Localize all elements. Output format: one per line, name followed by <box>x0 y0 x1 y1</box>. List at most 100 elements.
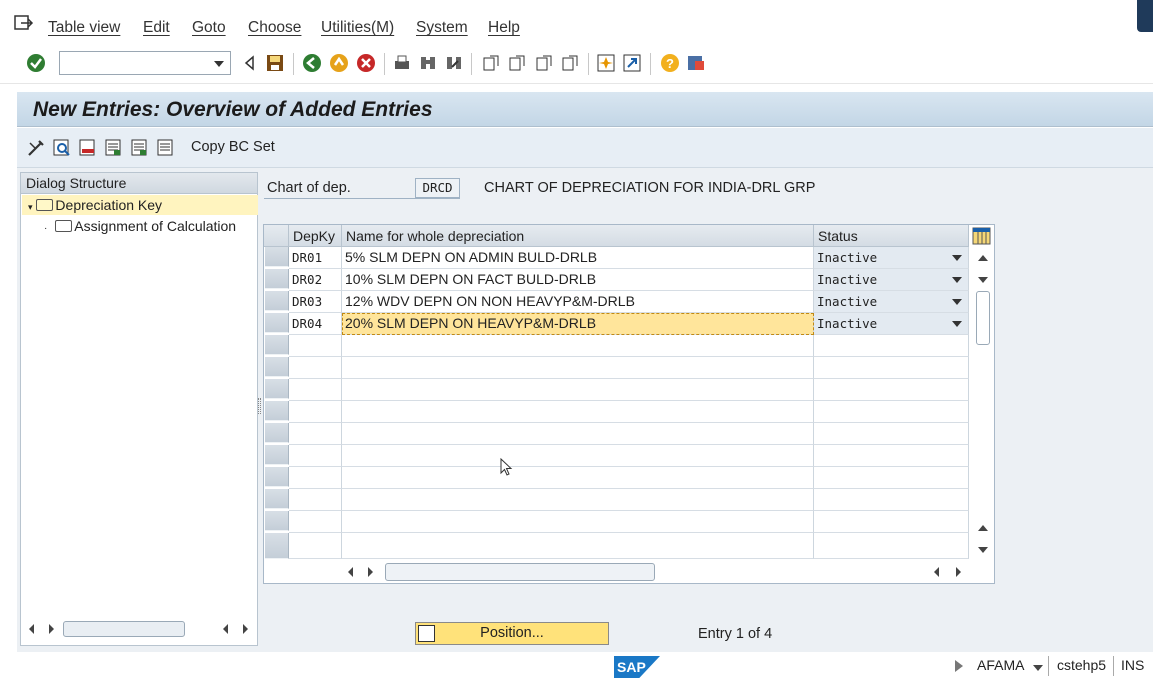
tree-item-depreciation-key[interactable]: ▾ Depreciation Key <box>22 195 258 215</box>
empty-cell[interactable] <box>814 379 969 401</box>
table-horizontal-scrollbar[interactable] <box>342 561 972 583</box>
find-next-icon[interactable] <box>444 53 464 73</box>
menu-help[interactable]: Help <box>488 19 520 37</box>
empty-cell[interactable] <box>342 511 814 533</box>
cell-status-dropdown[interactable]: Inactive <box>814 247 969 269</box>
command-field[interactable] <box>59 51 231 75</box>
empty-cell[interactable] <box>289 357 342 379</box>
scroll-down-icon[interactable] <box>978 277 988 283</box>
expand-triangle-icon[interactable]: ▾ <box>28 202 33 212</box>
empty-cell[interactable] <box>814 533 969 559</box>
table-vertical-scrollbar[interactable] <box>972 247 994 561</box>
empty-cell[interactable] <box>342 533 814 559</box>
cell-depky[interactable]: DR04 <box>289 313 342 335</box>
empty-cell[interactable] <box>289 335 342 357</box>
save-icon[interactable] <box>265 53 285 73</box>
collapse-icon[interactable] <box>240 53 260 73</box>
empty-cell[interactable] <box>342 445 814 467</box>
create-session-icon[interactable] <box>596 53 616 73</box>
first-page-icon[interactable] <box>481 53 501 73</box>
row-selector[interactable] <box>265 335 289 355</box>
enter-icon[interactable] <box>26 53 46 73</box>
row-selector[interactable] <box>265 533 289 559</box>
scroll-up-icon[interactable] <box>978 255 988 261</box>
cell-depky[interactable]: DR02 <box>289 269 342 291</box>
scroll-right-icon[interactable] <box>368 567 373 577</box>
scroll-right-icon[interactable] <box>956 567 961 577</box>
menu-choose[interactable]: Choose <box>248 19 301 37</box>
row-selector[interactable] <box>265 511 289 531</box>
empty-cell[interactable] <box>289 423 342 445</box>
chevron-down-icon[interactable] <box>1033 665 1043 671</box>
menu-edit[interactable]: Edit <box>143 19 170 37</box>
row-selector[interactable] <box>265 467 289 487</box>
position-button[interactable]: Position... <box>415 622 609 645</box>
select-all-icon[interactable] <box>105 138 123 158</box>
row-selector[interactable] <box>265 401 289 421</box>
empty-cell[interactable] <box>342 401 814 423</box>
empty-cell[interactable] <box>814 445 969 467</box>
insert-mode[interactable]: INS <box>1121 657 1144 673</box>
menu-icon[interactable] <box>14 14 34 32</box>
scroll-thumb[interactable] <box>63 621 185 637</box>
empty-cell[interactable] <box>814 511 969 533</box>
last-page-icon[interactable] <box>560 53 580 73</box>
row-selector[interactable] <box>265 357 289 377</box>
scroll-right-icon[interactable] <box>49 624 54 634</box>
scroll-left-icon[interactable] <box>223 624 228 634</box>
cell-depky[interactable]: DR01 <box>289 247 342 269</box>
customize-layout-icon[interactable] <box>686 53 706 73</box>
cell-status-dropdown[interactable]: Inactive <box>814 291 969 313</box>
chevron-down-icon[interactable] <box>952 299 962 305</box>
print-icon[interactable] <box>392 53 412 73</box>
row-selector[interactable] <box>265 489 289 509</box>
cell-name-focused[interactable]: 20% SLM DEPN ON HEAVYP&M-DRLB <box>342 313 814 335</box>
cell-name[interactable]: 12% WDV DEPN ON NON HEAVYP&M-DRLB <box>342 291 814 313</box>
splitter-handle[interactable] <box>258 398 261 414</box>
transaction-code[interactable]: AFAMA <box>977 657 1024 673</box>
empty-cell[interactable] <box>342 467 814 489</box>
status-expand-icon[interactable] <box>955 660 963 672</box>
table-settings-icon[interactable] <box>972 227 991 245</box>
next-page-icon[interactable] <box>534 53 554 73</box>
scroll-left-icon[interactable] <box>29 624 34 634</box>
scroll-right-icon[interactable] <box>243 624 248 634</box>
delete-icon[interactable] <box>79 138 97 158</box>
scroll-left-icon[interactable] <box>348 567 353 577</box>
empty-cell[interactable] <box>289 467 342 489</box>
help-icon[interactable]: ? <box>660 53 680 73</box>
cell-status-dropdown[interactable]: Inactive <box>814 313 969 335</box>
scroll-up-icon[interactable] <box>978 525 988 531</box>
deselect-all-icon[interactable] <box>157 138 175 158</box>
empty-cell[interactable] <box>814 423 969 445</box>
cancel-icon[interactable] <box>356 53 376 73</box>
empty-cell[interactable] <box>342 357 814 379</box>
select-all-header[interactable] <box>264 225 289 247</box>
empty-cell[interactable] <box>814 357 969 379</box>
empty-cell[interactable] <box>342 379 814 401</box>
empty-cell[interactable] <box>342 423 814 445</box>
row-selector[interactable] <box>265 379 289 399</box>
empty-cell[interactable] <box>289 401 342 423</box>
select-block-icon[interactable] <box>131 138 149 158</box>
cell-name[interactable]: 10% SLM DEPN ON FACT BULD-DRLB <box>342 269 814 291</box>
display-change-icon[interactable] <box>27 138 45 158</box>
empty-cell[interactable] <box>289 533 342 559</box>
row-selector[interactable] <box>265 247 289 267</box>
column-header-status[interactable]: Status <box>814 225 969 247</box>
menu-utilities[interactable]: Utilities(M) <box>321 19 394 37</box>
scroll-thumb[interactable] <box>385 563 655 581</box>
empty-cell[interactable] <box>814 489 969 511</box>
empty-cell[interactable] <box>289 379 342 401</box>
column-header-depky[interactable]: DepKy <box>289 225 342 247</box>
menu-goto[interactable]: Goto <box>192 19 226 37</box>
previous-page-icon[interactable] <box>507 53 527 73</box>
empty-cell[interactable] <box>814 335 969 357</box>
row-selector[interactable] <box>265 423 289 443</box>
empty-cell[interactable] <box>289 445 342 467</box>
find-icon[interactable] <box>418 53 438 73</box>
chevron-down-icon[interactable] <box>214 61 224 67</box>
cell-status-dropdown[interactable]: Inactive <box>814 269 969 291</box>
dialog-horizontal-scrollbar[interactable] <box>25 621 253 637</box>
menu-system[interactable]: System <box>416 19 468 37</box>
